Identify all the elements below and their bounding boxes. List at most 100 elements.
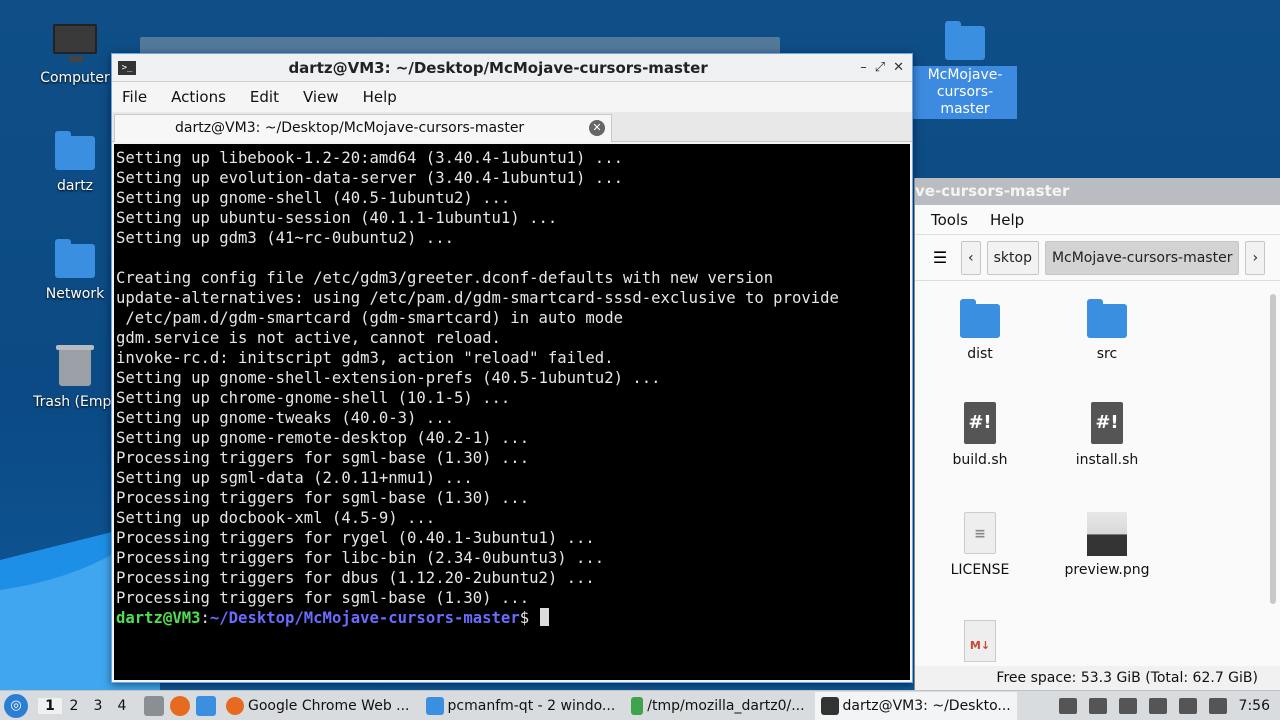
status-bar: Free space: 53.3 GiB (Total: 62.7 GiB) bbox=[915, 666, 1280, 690]
desktop-icon-trash[interactable]: Trash (Empt bbox=[25, 344, 125, 410]
task-label: Google Chrome Web ... bbox=[248, 697, 410, 714]
window-title: dartz@VM3: ~/Desktop/McMojave-cursors-ma… bbox=[288, 58, 708, 77]
menu-help[interactable]: Help bbox=[990, 211, 1024, 229]
terminal-icon bbox=[820, 696, 839, 715]
desktop-icon-label: McMojave-cursors-master bbox=[913, 66, 1017, 119]
terminal-line: Setting up gnome-shell (40.5-1ubuntu2) .… bbox=[116, 189, 511, 207]
file-manager-title: ve-cursors-master bbox=[915, 178, 1280, 205]
minimize-button[interactable]: – bbox=[860, 60, 867, 75]
file-manager-icon[interactable] bbox=[196, 695, 216, 716]
terminal-line: update-alternatives: using /etc/pam.d/gd… bbox=[116, 289, 839, 307]
workspace-2[interactable]: 2 bbox=[62, 698, 86, 714]
terminal-tab[interactable]: dartz@VM3: ~/Desktop/McMojave-cursors-ma… bbox=[114, 114, 612, 142]
terminal-output[interactable]: Setting up libebook-1.2-20:amd64 (3.40.4… bbox=[114, 144, 910, 680]
terminal-line: Setting up gnome-shell-extension-prefs (… bbox=[116, 369, 661, 387]
terminal-line: Setting up gdm3 (41~rc-0ubuntu2) ... bbox=[116, 229, 454, 247]
menu-help[interactable]: Help bbox=[363, 88, 397, 106]
task-terminal[interactable]: dartz@VM3: ~/Deskto... bbox=[814, 691, 1017, 720]
script-file-icon: #! bbox=[964, 402, 996, 444]
terminal-line: Setting up libebook-1.2-20:amd64 (3.40.4… bbox=[116, 149, 623, 167]
terminal-line: Setting up docbook-xml (4.5-9) ... bbox=[116, 509, 436, 527]
terminal-window[interactable]: >_ dartz@VM3: ~/Desktop/McMojave-cursors… bbox=[111, 53, 913, 683]
terminal-line: Setting up sgml-data (2.0.11+nmu1) ... bbox=[116, 469, 473, 487]
terminal-titlebar[interactable]: >_ dartz@VM3: ~/Desktop/McMojave-cursors… bbox=[112, 54, 912, 82]
desktop-icon-computer[interactable]: Computer bbox=[25, 20, 125, 86]
menu-file[interactable]: File bbox=[122, 88, 147, 106]
file-grid-scrollbar[interactable] bbox=[1270, 294, 1276, 604]
upload-icon[interactable] bbox=[1058, 697, 1077, 714]
tab-label: dartz@VM3: ~/Desktop/McMojave-cursors-ma… bbox=[175, 120, 525, 136]
desktop-icon-label: dartz bbox=[56, 178, 94, 194]
network-folder-icon bbox=[55, 239, 95, 278]
menu-actions[interactable]: Actions bbox=[171, 88, 226, 106]
terminal-prompt: dartz@VM3:~/Desktop/McMojave-cursors-mas… bbox=[116, 608, 910, 628]
trash-icon bbox=[56, 345, 94, 386]
volume-icon[interactable] bbox=[1088, 697, 1107, 714]
update-icon[interactable] bbox=[1208, 697, 1227, 714]
desktop-icon-mcmojave-folder[interactable]: McMojave-cursors-master bbox=[913, 18, 1017, 119]
file-name: install.sh bbox=[1075, 452, 1139, 468]
task-label: dartz@VM3: ~/Deskto... bbox=[842, 697, 1011, 714]
clipboard-icon[interactable] bbox=[1148, 697, 1167, 714]
maximize-button[interactable]: ⤢ bbox=[875, 60, 885, 75]
file-item-preview-png[interactable]: preview.png bbox=[1052, 512, 1162, 578]
file-item-src[interactable]: src bbox=[1052, 296, 1162, 362]
notification-icon[interactable] bbox=[1118, 697, 1137, 714]
terminal-line: Processing triggers for dbus (1.12.20-2u… bbox=[116, 569, 595, 587]
text-file-icon: ≡ bbox=[964, 512, 996, 554]
breadcrumb-desktop[interactable]: sktop bbox=[986, 240, 1039, 275]
file-item-dist[interactable]: dist bbox=[925, 296, 1035, 362]
path-forward-button[interactable]: › bbox=[1245, 240, 1266, 275]
archive-icon bbox=[631, 696, 644, 715]
terminal-line: invoke-rc.d: initscript gdm3, action "re… bbox=[116, 349, 614, 367]
home-folder-icon bbox=[55, 131, 95, 170]
file-item-readme[interactable]: M↓ bbox=[925, 620, 1035, 670]
task-pcmanfm[interactable]: pcmanfm-qt - 2 windo... bbox=[420, 692, 622, 720]
workspace-1[interactable]: 1 bbox=[38, 697, 62, 714]
file-manager-window[interactable]: ve-cursors-master Tools Help ☰ ‹ sktop M… bbox=[914, 178, 1280, 690]
desktop-icon-network[interactable]: Network bbox=[25, 236, 125, 302]
desktop-icon-label: Computer bbox=[40, 70, 110, 86]
file-item-install-sh[interactable]: #! install.sh bbox=[1052, 402, 1162, 468]
task-label: /tmp/mozilla_dartz0/... bbox=[647, 697, 805, 714]
close-button[interactable]: ✕ bbox=[893, 60, 904, 75]
menu-view[interactable]: View bbox=[303, 88, 339, 106]
taskbar: ◎ 1 2 3 4 Google Chrome Web ... pcmanfm-… bbox=[0, 690, 1280, 720]
file-grid: dist src #! build.sh #! install.sh ≡ LIC… bbox=[915, 288, 1266, 668]
script-file-icon: #! bbox=[1091, 402, 1123, 444]
terminal-line: Setting up gnome-tweaks (40.0-3) ... bbox=[116, 409, 454, 427]
list-view-icon[interactable]: ☰ bbox=[925, 248, 955, 267]
menu-edit[interactable]: Edit bbox=[250, 88, 279, 106]
folder-icon bbox=[960, 299, 1000, 338]
terminal-line: gdm.service is not active, cannot reload… bbox=[116, 329, 501, 347]
desktop-icon-home[interactable]: dartz bbox=[25, 128, 125, 194]
workspace-switcher: 1 2 3 4 bbox=[38, 697, 134, 714]
task-chrome[interactable]: Google Chrome Web ... bbox=[220, 692, 416, 720]
folder-icon bbox=[1087, 299, 1127, 338]
firefox-icon[interactable] bbox=[170, 695, 190, 716]
file-item-build-sh[interactable]: #! build.sh bbox=[925, 402, 1035, 468]
file-name: LICENSE bbox=[950, 562, 1010, 578]
menu-tools[interactable]: Tools bbox=[931, 211, 968, 229]
clock[interactable]: 7:56 bbox=[1239, 698, 1270, 714]
terminal-line: Setting up evolution-data-server (3.40.4… bbox=[116, 169, 623, 187]
text-cursor bbox=[540, 608, 550, 626]
path-back-button[interactable]: ‹ bbox=[961, 240, 981, 275]
terminal-line: /etc/pam.d/gdm-smartcard (gdm-smartcard)… bbox=[116, 309, 623, 327]
workspace-4[interactable]: 4 bbox=[110, 698, 134, 714]
file-name: preview.png bbox=[1064, 562, 1150, 578]
workspace-3[interactable]: 3 bbox=[86, 698, 110, 714]
start-menu-icon[interactable]: ◎ bbox=[4, 693, 28, 718]
network-icon[interactable] bbox=[1178, 697, 1197, 714]
breadcrumb-current[interactable]: McMojave-cursors-master bbox=[1044, 240, 1240, 275]
terminal-line: Setting up chrome-gnome-shell (10.1-5) .… bbox=[116, 389, 511, 407]
path-bar: ☰ ‹ sktop McMojave-cursors-master › bbox=[915, 235, 1280, 281]
file-name: dist bbox=[967, 346, 993, 362]
task-archive[interactable]: /tmp/mozilla_dartz0/... bbox=[625, 692, 810, 720]
folder-icon bbox=[945, 21, 985, 60]
tab-close-icon[interactable]: ✕ bbox=[589, 120, 605, 136]
file-item-license[interactable]: ≡ LICENSE bbox=[925, 512, 1035, 578]
system-tray: 7:56 bbox=[1058, 697, 1270, 714]
show-desktop-icon[interactable] bbox=[144, 695, 164, 716]
terminal-line: Processing triggers for rygel (0.40.1-3u… bbox=[116, 529, 595, 547]
